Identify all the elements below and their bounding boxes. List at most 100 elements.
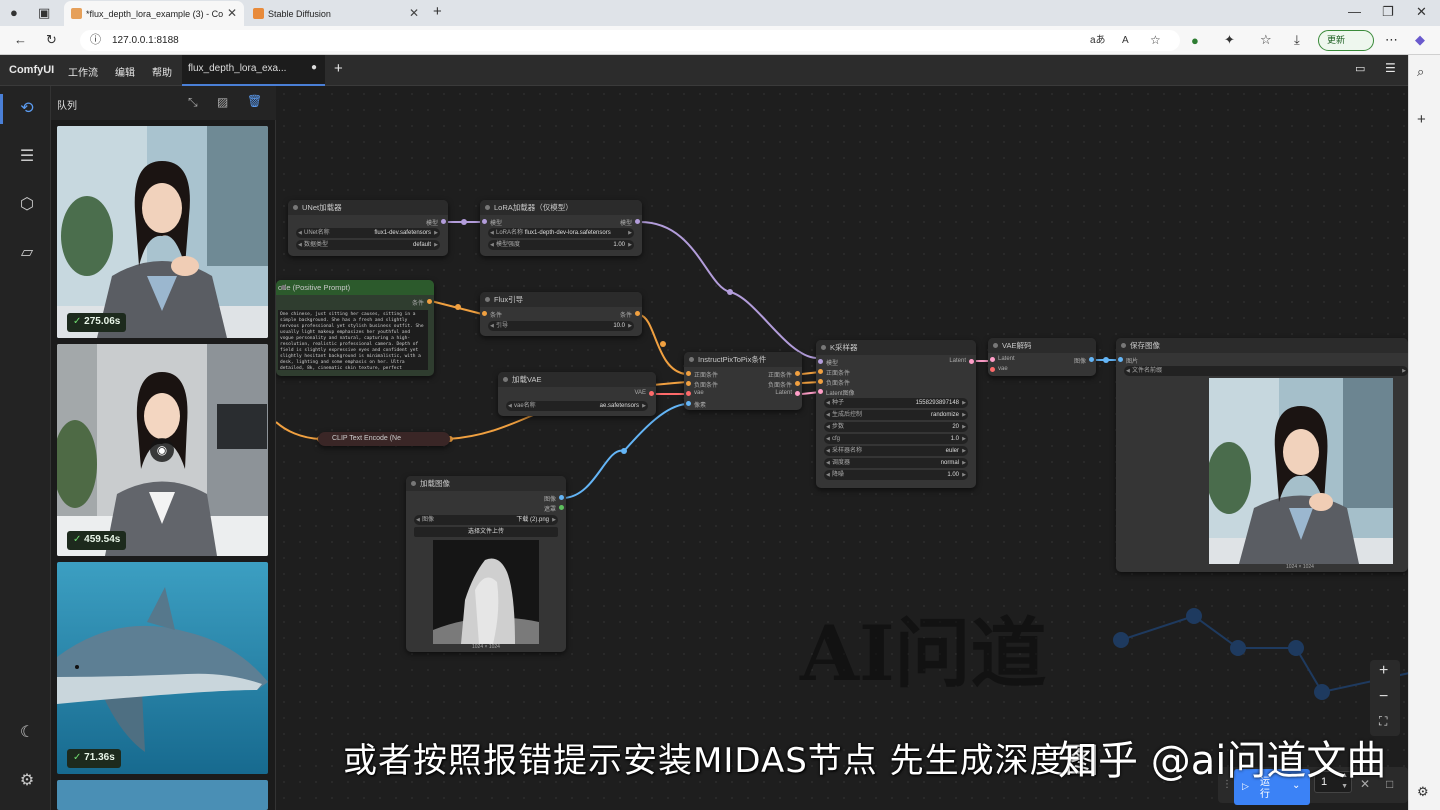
close-tab-icon[interactable]: ✕ [409,6,419,20]
steps-widget[interactable]: 步数 20 [824,422,968,432]
settings-icon[interactable]: ⚙ [1417,785,1429,798]
queue-item[interactable]: ✓ 71.36s [57,562,268,774]
vae-loader-node[interactable]: 加载VAE VAE vae名称 ae.safetensors [498,372,656,416]
image-select-widget[interactable]: 图像 下载 (2).png [414,515,558,525]
port-dot[interactable] [649,391,654,396]
favorite-star-icon[interactable]: ☆ [1150,34,1161,47]
vae-decode-node[interactable]: VAE解码 Latent vae 图像 [988,338,1096,376]
cfg-widget[interactable]: cfg 1.0 [824,434,968,444]
copilot-icon[interactable]: ◆ [1415,33,1425,46]
port-dot[interactable] [686,371,691,376]
browser-tab-sd[interactable]: Stable Diffusion ✕ [246,1,426,26]
port-dot[interactable] [686,381,691,386]
port-dot[interactable] [482,219,487,224]
reload-icon[interactable]: ↻ [46,33,57,46]
collapse-icon[interactable]: ⤡ [188,95,198,110]
node-library-icon[interactable]: ☰ [16,146,38,168]
clip-negative-node[interactable]: CLIP Text Encode (Ne [318,432,450,446]
port-dot[interactable] [559,495,564,500]
port-dot[interactable] [1118,357,1123,362]
back-icon[interactable]: ← [14,33,27,46]
filename-prefix-widget[interactable]: 文件名前缀 [1124,366,1408,376]
load-image-node[interactable]: 加载图像 图像 遮罩 图像下载 (2).png 选择文件上传 1024 × 10… [406,476,566,652]
window-close-icon[interactable]: ✕ [1416,5,1427,18]
new-workflow-icon[interactable]: + [334,60,343,77]
port-dot[interactable] [818,359,823,364]
favorites-icon[interactable]: ☆ [1260,33,1272,46]
port-dot[interactable] [686,391,691,396]
zoom-in-icon[interactable]: + [1379,662,1388,680]
vae-name-widget[interactable]: vae名称 ae.safetensors [506,401,648,411]
add-sidebar-icon[interactable]: + [1417,112,1426,127]
preview-eye-icon[interactable]: ◉ [150,438,174,462]
save-image-node[interactable]: 保存图像 图片 文件名前缀 1024 × 1024 [1116,338,1408,572]
settings-gear-icon[interactable]: ⚙ [16,770,38,792]
menu-edit[interactable]: 编辑 [115,64,135,79]
port-dot[interactable] [427,299,432,304]
zoom-out-icon[interactable]: − [1379,688,1388,706]
clip-positive-node[interactable]: ode (Positive Prompt) 条件 One chinese, ju… [276,280,434,376]
dtype-widget[interactable]: 数据类型 default [296,240,440,250]
menu-help[interactable]: 帮助 [152,64,172,79]
layout-icon[interactable]: ▭ [1355,62,1365,75]
queue-item[interactable] [57,780,268,810]
denoise-widget[interactable]: 降噪 1.00 [824,470,968,480]
port-dot[interactable] [818,389,823,394]
translate-icon[interactable]: A [1122,34,1129,47]
theme-moon-icon[interactable]: ☾ [16,722,38,744]
upload-button[interactable]: 选择文件上传 [414,527,558,537]
port-dot[interactable] [990,357,995,362]
guidance-widget[interactable]: 引导 10.0 [488,321,634,331]
port-dot[interactable] [818,379,823,384]
unet-name-widget[interactable]: UNet名称 flux1-dev.safetensors [296,228,440,238]
ksampler-node[interactable]: K采样器 模型 正面条件 负面条件 Latent图像 Latent 种子 1558… [816,340,976,488]
new-tab-icon[interactable]: + [433,4,442,19]
port-dot[interactable] [441,219,446,224]
workflow-tab[interactable]: flux_depth_lora_exa... ● [182,55,325,86]
unet-loader-node[interactable]: UNet加载器 模型 UNet名称 flux1-dev.safetensors 数… [288,200,448,256]
menu-workflow[interactable]: 工作流 [68,64,98,79]
tab-actions-icon[interactable]: ▣ [38,6,50,19]
port-dot[interactable] [795,391,800,396]
gallery-icon[interactable]: ▨ [217,95,228,109]
port-dot[interactable] [969,359,974,364]
control-after-widget[interactable]: 生成后控制 randomize [824,410,968,420]
clear-queue-icon[interactable]: 🗑 [247,94,262,108]
workflows-folder-icon[interactable]: ▱ [16,242,38,264]
update-button[interactable]: 更新 [1318,30,1374,51]
lora-loader-node[interactable]: LoRA加载器（仅模型） 模型 模型 LoRA名称 flux1-depth-de… [480,200,642,256]
port-dot[interactable] [482,311,487,316]
port-dot[interactable] [635,219,640,224]
site-info-icon[interactable]: ⓘ [90,34,101,47]
port-dot[interactable] [686,401,691,406]
model-strength-widget[interactable]: 模型强度 1.00 [488,240,634,250]
port-dot[interactable] [990,367,995,372]
port-dot[interactable] [1089,357,1094,362]
url-field[interactable]: ⓘ 127.0.0.1:8188 aあ A ☆ [80,30,1180,51]
hamburger-icon[interactable]: ☰ [1385,61,1396,75]
port-dot[interactable] [795,381,800,386]
maximize-icon[interactable]: ❐ [1382,5,1394,18]
model-library-icon[interactable]: ⬡ [16,194,38,216]
fit-view-icon[interactable]: ⛶ [1379,714,1387,729]
sampler-widget[interactable]: 采样器名称 euler [824,446,968,456]
queue-history-icon[interactable]: ⟲ [16,98,38,120]
port-dot[interactable] [635,311,640,316]
instruct-pix2pix-node[interactable]: InstructPixToPix条件 正面条件 负面条件 vae 像素 正面条件… [684,352,802,410]
lora-name-widget[interactable]: LoRA名称 flux1-depth-dev-lora.safetensors [488,228,634,238]
queue-item[interactable]: ◉ ✓ 459.54s [57,344,268,556]
extension-icon[interactable]: ● [1191,34,1199,47]
download-icon[interactable]: ⤓ [1294,33,1300,46]
prompt-textarea[interactable]: One chinese, just sitting her causes, si… [278,310,428,370]
search-icon[interactable]: ⌕ [1417,65,1424,78]
flux-guidance-node[interactable]: Flux引导 条件 条件 引导 10.0 [480,292,642,336]
browser-tab-comfy[interactable]: *flux_depth_lora_example (3) - Co ✕ [64,1,244,26]
stop-icon[interactable]: □ [1386,777,1393,791]
profile-icon[interactable]: ● [10,6,18,19]
port-dot[interactable] [818,369,823,374]
scheduler-widget[interactable]: 调度器 normal [824,458,968,468]
seed-widget[interactable]: 种子 1558293897148 [824,398,968,408]
read-aloud-icon[interactable]: aあ [1090,34,1106,47]
port-dot[interactable] [559,505,564,510]
more-icon[interactable]: ⋯ [1385,33,1398,46]
